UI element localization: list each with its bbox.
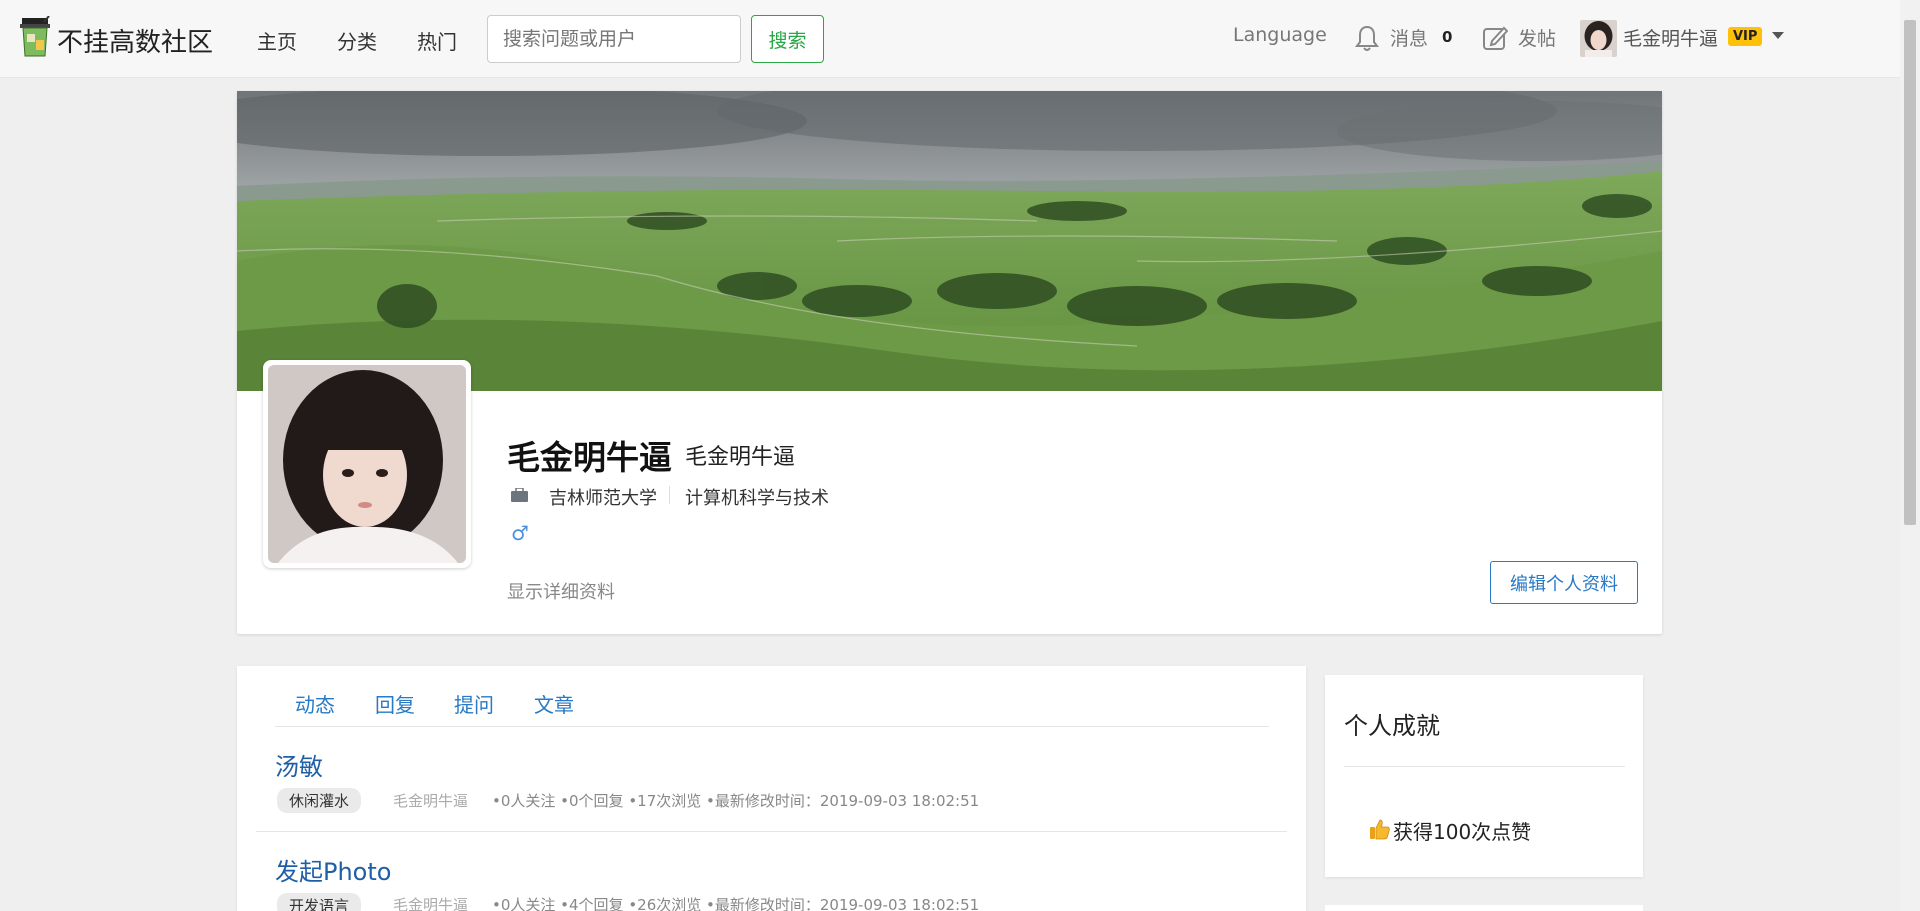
new-post-link[interactable]: 发帖 [1518, 24, 1556, 51]
chevron-down-icon[interactable] [1772, 32, 1784, 39]
vip-badge: VIP [1728, 27, 1763, 46]
tab-divider [275, 726, 1269, 727]
post-title[interactable]: 发起Photo [275, 852, 391, 887]
logo-icon[interactable] [18, 16, 52, 58]
briefcase-icon [511, 488, 528, 502]
top-navbar: 不挂高数社区 主页 分类 热门 搜索 Language 消息 0 发帖 毛金明牛… [0, 0, 1900, 78]
post-title[interactable]: 汤敏 [275, 747, 323, 782]
profile-name: 毛金明牛逼 [507, 438, 672, 477]
scrollbar-thumb[interactable] [1904, 20, 1916, 525]
tab-articles[interactable]: 文章 [534, 689, 574, 718]
show-details-link[interactable]: 显示详细资料 [507, 578, 615, 604]
thumbs-up-icon [1370, 819, 1390, 840]
post-divider [256, 831, 1287, 832]
post-meta: •0人关注 •0个回复 •17次浏览 •最新修改时间：2019-09-03 18… [492, 792, 980, 810]
profile-avatar[interactable] [263, 360, 471, 568]
user-avatar[interactable] [1580, 20, 1617, 57]
page-scrollbar[interactable] [1900, 0, 1920, 911]
edit-profile-button[interactable]: 编辑个人资料 [1490, 561, 1638, 604]
post-meta: •0人关注 •4个回复 •26次浏览 •最新修改时间：2019-09-03 18… [492, 896, 980, 911]
post-author[interactable]: 毛金明牛逼 [393, 894, 468, 911]
search-input[interactable] [487, 15, 741, 63]
achievements-title: 个人成就 [1344, 712, 1440, 740]
username-menu[interactable]: 毛金明牛逼 [1623, 24, 1718, 51]
language-menu[interactable]: Language [1233, 24, 1327, 46]
profile-nickname: 毛金明牛逼 [685, 445, 796, 470]
compose-icon[interactable] [1482, 25, 1508, 51]
bell-icon[interactable] [1354, 24, 1380, 52]
sidebar-card [1325, 905, 1643, 911]
nav-categories[interactable]: 分类 [337, 26, 377, 55]
nav-home[interactable]: 主页 [257, 26, 297, 55]
tab-activity[interactable]: 动态 [295, 689, 335, 718]
post-tag[interactable]: 开发语言 [277, 893, 362, 911]
tab-replies[interactable]: 回复 [375, 689, 415, 718]
male-icon: ♂ [511, 521, 529, 545]
search-button[interactable]: 搜索 [751, 15, 824, 63]
profile-major: 计算机科学与技术 [685, 488, 829, 509]
nav-hot[interactable]: 热门 [417, 26, 457, 55]
likes-count: 获得100次点赞 [1393, 820, 1532, 844]
messages-link[interactable]: 消息 [1390, 24, 1428, 51]
cover-image [237, 91, 1662, 391]
post-tag[interactable]: 休闲灌水 [277, 788, 362, 813]
profile-school: 吉林师范大学 [549, 488, 657, 509]
tab-questions[interactable]: 提问 [454, 689, 494, 718]
brand-name[interactable]: 不挂高数社区 [57, 22, 213, 59]
achievements-divider [1344, 766, 1625, 767]
post-author[interactable]: 毛金明牛逼 [393, 790, 468, 811]
profile-card: 毛金明牛逼 毛金明牛逼 吉林师范大学 计算机科学与技术 ♂ 显示详细资料 编辑个… [237, 91, 1662, 634]
messages-count: 0 [1442, 28, 1453, 46]
divider [669, 486, 670, 504]
